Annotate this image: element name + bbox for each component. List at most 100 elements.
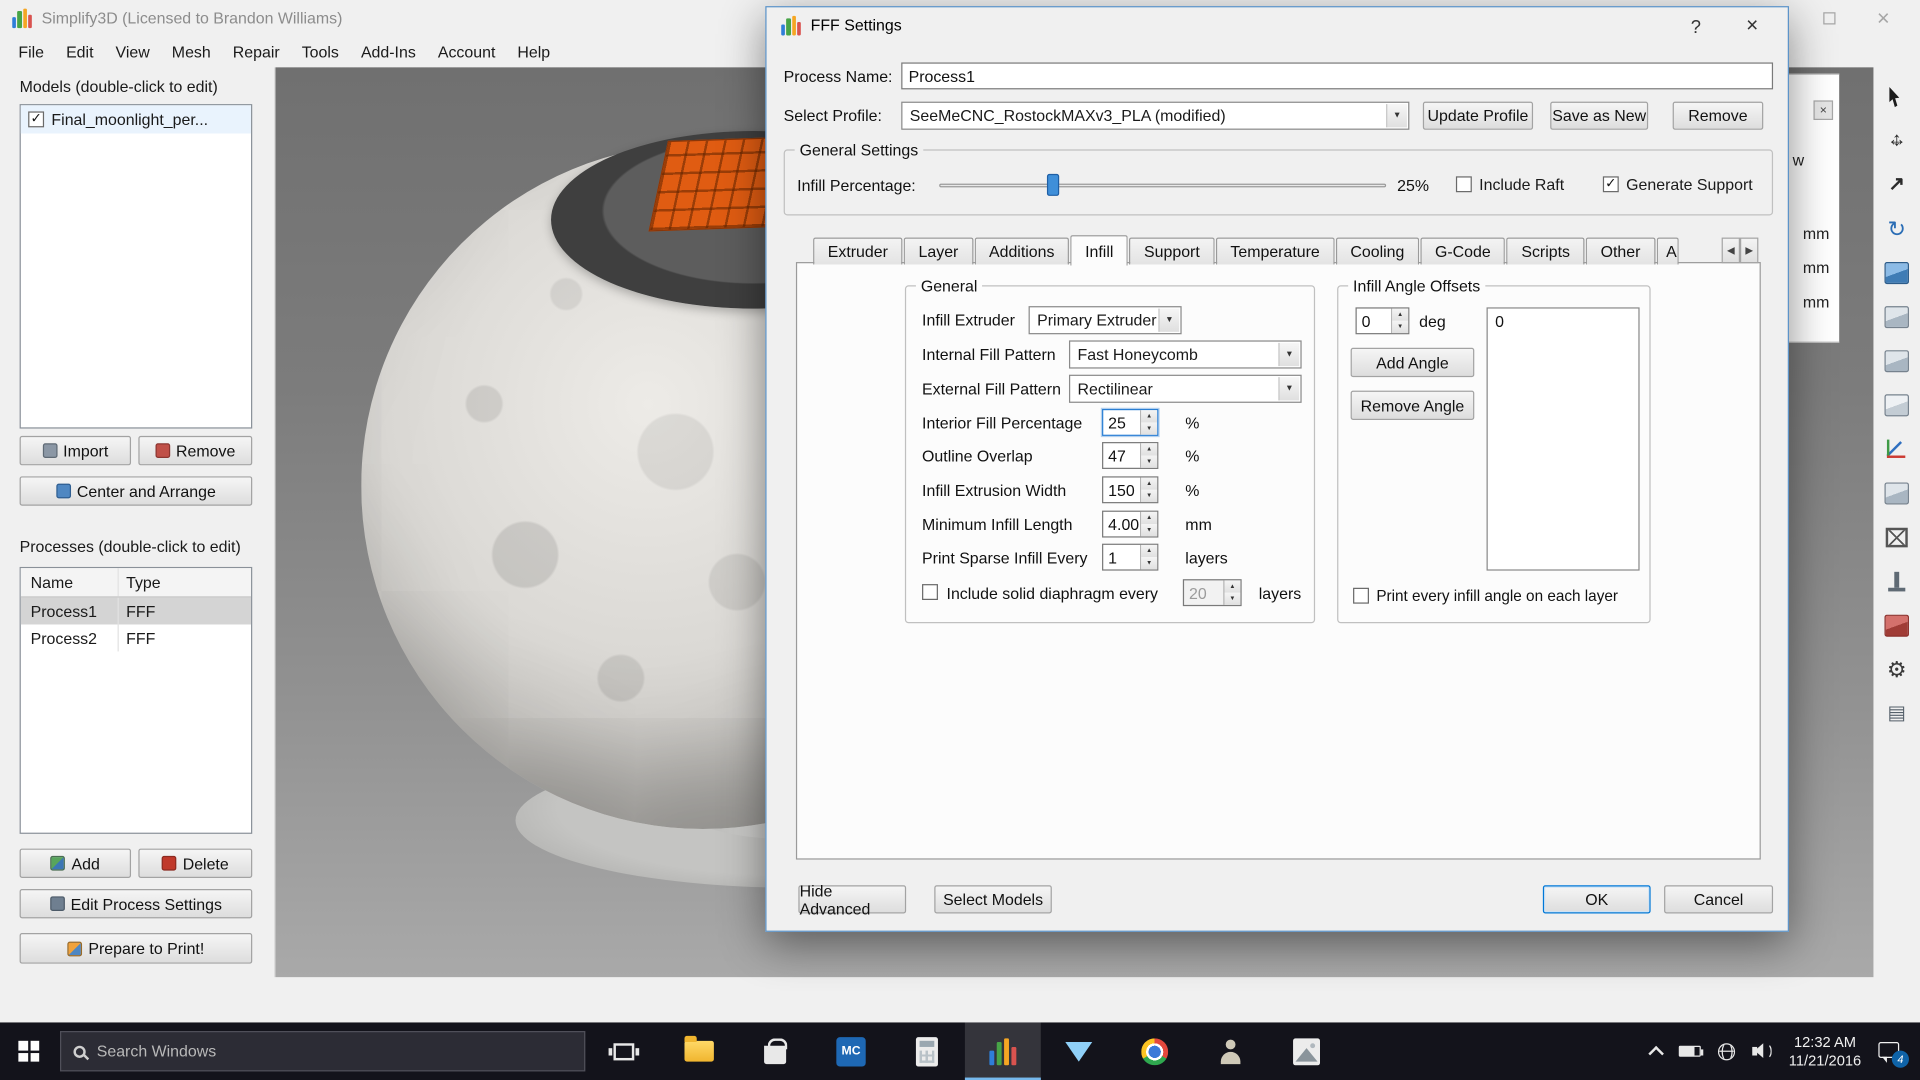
spin-down-icon[interactable]: ▼	[1141, 455, 1158, 468]
menu-help[interactable]: Help	[506, 39, 561, 65]
tab-infill[interactable]: Infill	[1070, 235, 1129, 266]
internal-fill-pattern-select[interactable]: Fast Honeycomb ▼	[1068, 340, 1302, 369]
tab-gcode[interactable]: G-Code	[1420, 237, 1506, 265]
tool-machine-settings[interactable]: ⚙	[1881, 655, 1913, 684]
menu-tools[interactable]: Tools	[291, 39, 350, 65]
tab-layer[interactable]: Layer	[903, 237, 974, 265]
spin-up-icon[interactable]: ▲	[1141, 544, 1158, 558]
tab-scroll-right-icon[interactable]: ▶	[1740, 237, 1759, 264]
taskbar-clock[interactable]: 12:32 AM 11/21/2016	[1789, 1033, 1861, 1070]
tool-cross-section[interactable]	[1881, 611, 1913, 640]
tab-cooling[interactable]: Cooling	[1335, 237, 1420, 265]
tool-view-back[interactable]	[1881, 479, 1913, 508]
table-row-process2[interactable]: Process2 FFF	[21, 624, 251, 652]
outline-overlap-spinner[interactable]: 47 ▲ ▼	[1102, 442, 1159, 469]
tool-axes[interactable]	[1881, 435, 1913, 464]
slider-handle[interactable]	[1046, 173, 1060, 196]
delete-process-button[interactable]: Delete	[138, 848, 253, 878]
models-list[interactable]: ✓ Final_moonlight_per...	[19, 104, 253, 429]
spin-down-icon[interactable]: ▼	[1224, 592, 1241, 605]
col-name[interactable]: Name	[21, 568, 119, 597]
tab-clipped[interactable]: A	[1656, 237, 1679, 265]
taskbar-calculator[interactable]	[889, 1022, 965, 1080]
infill-percentage-slider[interactable]	[939, 173, 1387, 196]
spin-up-icon[interactable]: ▲	[1141, 410, 1158, 423]
panel-close-icon[interactable]: ×	[1813, 100, 1834, 120]
add-angle-button[interactable]: Add Angle	[1350, 347, 1475, 378]
dialog-close-icon[interactable]: ×	[1731, 10, 1773, 42]
spin-up-icon[interactable]: ▲	[1141, 511, 1158, 525]
diaphragm-spinner[interactable]: 20 ▲ ▼	[1182, 579, 1242, 607]
tab-support[interactable]: Support	[1129, 237, 1215, 265]
model-list-item[interactable]: ✓ Final_moonlight_per...	[20, 105, 252, 134]
menu-edit[interactable]: Edit	[55, 39, 104, 65]
network-icon[interactable]	[1717, 1042, 1735, 1060]
angle-offsets-list[interactable]: 0	[1486, 307, 1640, 571]
remove-profile-button[interactable]: Remove	[1672, 101, 1764, 130]
col-type[interactable]: Type	[119, 568, 251, 596]
taskbar-file-explorer[interactable]	[661, 1022, 737, 1080]
spin-down-icon[interactable]: ▼	[1141, 524, 1158, 537]
tab-scripts[interactable]: Scripts	[1506, 237, 1585, 265]
task-view-button[interactable]	[585, 1022, 661, 1080]
spin-up-icon[interactable]: ▲	[1392, 308, 1409, 321]
search-input[interactable]	[96, 1042, 572, 1061]
taskbar-store[interactable]	[737, 1022, 813, 1080]
prepare-to-print-button[interactable]: Prepare to Print!	[19, 933, 253, 964]
interior-fill-percentage-spinner[interactable]: 25 ▲ ▼	[1102, 408, 1159, 436]
import-button[interactable]: Import	[19, 435, 132, 466]
spin-down-icon[interactable]: ▼	[1141, 422, 1158, 435]
taskbar-chrome[interactable]	[1117, 1022, 1193, 1080]
angle-offset-spinner[interactable]: 0 ▲ ▼	[1355, 307, 1410, 335]
infill-extruder-select[interactable]: Primary Extruder ▼	[1028, 306, 1182, 335]
profile-select[interactable]: SeeMeCNC_RostockMAXv3_PLA (modified) ▼	[901, 101, 1410, 130]
cancel-button[interactable]: Cancel	[1664, 885, 1774, 914]
diaphragm-checkbox[interactable]	[922, 584, 938, 600]
tool-view-iso[interactable]	[1881, 258, 1913, 287]
maximize-icon[interactable]	[1802, 0, 1856, 37]
add-process-button[interactable]: Add	[19, 848, 132, 878]
tab-other[interactable]: Other	[1585, 237, 1656, 265]
angle-list-item[interactable]: 0	[1488, 309, 1639, 335]
action-center-button[interactable]: 4	[1878, 1039, 1909, 1068]
model-checkbox[interactable]: ✓	[28, 111, 45, 128]
external-fill-pattern-select[interactable]: Rectilinear ▼	[1068, 374, 1302, 403]
taskbar-mc-app[interactable]: MC	[813, 1022, 889, 1080]
dialog-titlebar[interactable]: FFF Settings ? ×	[767, 7, 1788, 44]
menu-mesh[interactable]: Mesh	[161, 39, 222, 65]
taskbar-search[interactable]	[60, 1031, 586, 1072]
spin-down-icon[interactable]: ▼	[1392, 320, 1409, 334]
tab-extruder[interactable]: Extruder	[813, 237, 903, 265]
print-sparse-infill-spinner[interactable]: 1 ▲ ▼	[1102, 543, 1159, 571]
include-raft-checkbox[interactable]	[1455, 176, 1472, 193]
spin-up-icon[interactable]: ▲	[1224, 580, 1241, 593]
processes-table[interactable]: Name Type Process1 FFF Process2 FFF	[19, 566, 253, 834]
edit-process-settings-button[interactable]: Edit Process Settings	[19, 888, 253, 919]
help-icon[interactable]: ?	[1678, 12, 1715, 41]
spin-down-icon[interactable]: ▼	[1141, 557, 1158, 570]
menu-repair[interactable]: Repair	[222, 39, 291, 65]
tool-cursor[interactable]	[1881, 82, 1913, 111]
spin-up-icon[interactable]: ▲	[1141, 443, 1158, 456]
spin-down-icon[interactable]: ▼	[1141, 489, 1158, 503]
update-profile-button[interactable]: Update Profile	[1422, 101, 1534, 130]
taskbar-simplify3d[interactable]	[964, 1022, 1041, 1080]
save-as-new-button[interactable]: Save as New	[1550, 101, 1649, 130]
minimum-infill-length-spinner[interactable]: 4.00 ▲ ▼	[1102, 510, 1159, 538]
volume-icon[interactable]	[1752, 1043, 1772, 1060]
tool-layers[interactable]: ▤	[1881, 699, 1913, 728]
hide-advanced-button[interactable]: Hide Advanced	[798, 881, 907, 918]
tab-temperature[interactable]: Temperature	[1215, 237, 1335, 265]
select-models-button[interactable]: Select Models	[934, 885, 1052, 914]
per-layer-angle-checkbox[interactable]	[1353, 587, 1369, 604]
tool-rotate[interactable]: ↻	[1881, 214, 1913, 243]
menu-account[interactable]: Account	[427, 39, 507, 65]
start-button[interactable]	[0, 1022, 58, 1080]
menu-addins[interactable]: Add-Ins	[350, 39, 427, 65]
center-arrange-button[interactable]: Center and Arrange	[19, 476, 253, 506]
taskbar-person-app[interactable]	[1193, 1022, 1269, 1080]
spin-up-icon[interactable]: ▲	[1141, 477, 1158, 490]
close-icon[interactable]: ×	[1856, 0, 1910, 37]
infill-extrusion-width-spinner[interactable]: 150 ▲ ▼	[1102, 476, 1159, 504]
tool-scale[interactable]: ↗	[1881, 170, 1913, 199]
